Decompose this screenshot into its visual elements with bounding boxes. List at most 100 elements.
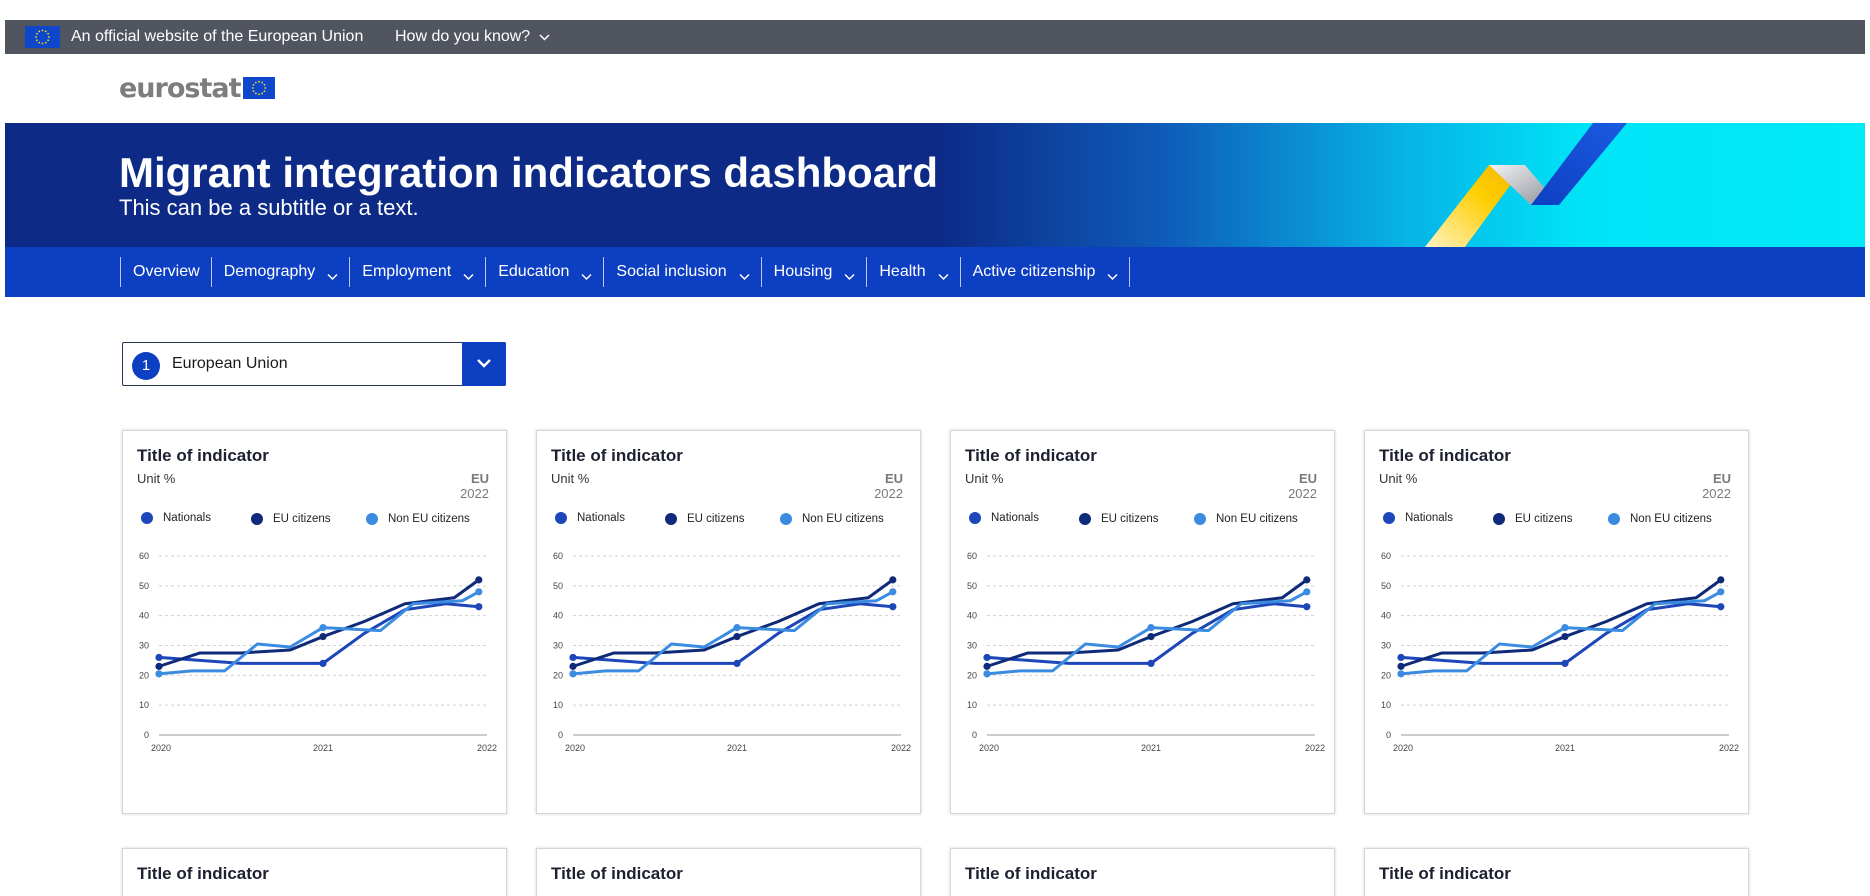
- legend-item-non-eu-citizens[interactable]: Non EU citizens: [366, 513, 470, 525]
- legend-item-nationals[interactable]: Nationals: [141, 512, 211, 524]
- indicator-card[interactable]: Title of indicator Unit % EU 2022 Nationals E…: [536, 430, 921, 814]
- card-year: 2022: [460, 486, 489, 501]
- card-unit: Unit %: [1379, 471, 1418, 486]
- legend-marker-icon: [1194, 513, 1206, 525]
- indicator-card[interactable]: Title of indicator Unit % EU 2022 Nationals E…: [950, 430, 1335, 814]
- data-point-non-eu-citizens: [1397, 670, 1405, 678]
- x-tick-label: 2022: [1719, 743, 1739, 753]
- legend-label: Nationals: [163, 512, 211, 524]
- card-title: Title of indicator: [551, 864, 683, 883]
- x-tick-label: 2021: [313, 743, 333, 753]
- legend-label: Nationals: [1405, 512, 1453, 524]
- menu-item-demography[interactable]: Demography: [210, 257, 350, 287]
- indicator-card[interactable]: Title of indicator: [1364, 848, 1749, 896]
- chevron-down-icon: [739, 268, 750, 281]
- legend-marker-icon: [1493, 513, 1505, 525]
- legend-marker-icon: [141, 512, 153, 524]
- legend-item-non-eu-citizens[interactable]: Non EU citizens: [780, 513, 884, 525]
- menu-item-housing[interactable]: Housing: [760, 257, 867, 287]
- country-select-value: European Union: [172, 355, 288, 372]
- data-point-nationals: [983, 653, 991, 662]
- series-line-eu-citizens: [986, 578, 1308, 668]
- chevron-down-icon: [463, 268, 474, 281]
- legend-label: Nationals: [991, 512, 1039, 524]
- series-line-eu-citizens: [158, 578, 480, 668]
- data-point-non-eu-citizens: [155, 670, 163, 678]
- y-tick-label: 10: [1381, 700, 1391, 710]
- menu-item-label: Employment: [362, 263, 452, 280]
- indicator-card[interactable]: Title of indicator Unit % EU 2022 Nationals E…: [122, 430, 507, 814]
- indicator-card[interactable]: Title of indicator: [122, 848, 507, 896]
- menu-item-overview[interactable]: Overview: [120, 257, 211, 287]
- legend-item-non-eu-citizens[interactable]: Non EU citizens: [1194, 513, 1298, 525]
- y-tick-label: 60: [1381, 551, 1391, 561]
- legend-marker-icon: [780, 513, 792, 525]
- y-tick-label: 10: [553, 700, 563, 710]
- data-point-non-eu-citizens: [889, 588, 897, 596]
- eurostat-logo[interactable]: eurostat: [119, 73, 275, 104]
- menu-item-health[interactable]: Health: [866, 257, 959, 287]
- legend-label: EU citizens: [273, 513, 331, 525]
- menu-item-active-citizenship[interactable]: Active citizenship: [959, 257, 1131, 287]
- legend-label: EU citizens: [687, 513, 745, 525]
- y-tick-label: 50: [1381, 581, 1391, 591]
- x-tick-label: 2022: [1305, 743, 1325, 753]
- x-tick-label: 2021: [1555, 743, 1575, 753]
- data-point-nationals: [1147, 659, 1155, 667]
- how-do-you-know-link[interactable]: How do you know?: [395, 28, 550, 46]
- card-year: 2022: [1288, 486, 1317, 501]
- menu-item-label: Social inclusion: [616, 263, 727, 280]
- legend-item-nationals[interactable]: Nationals: [555, 512, 625, 524]
- y-tick-label: 10: [139, 700, 149, 710]
- legend-item-nationals[interactable]: Nationals: [969, 512, 1039, 524]
- card-unit: Unit %: [137, 471, 176, 486]
- x-tick-label: 2022: [891, 743, 911, 753]
- legend-item-non-eu-citizens[interactable]: Non EU citizens: [1608, 513, 1712, 525]
- indicator-card[interactable]: Title of indicator Unit % EU 2022 Nationals E…: [1364, 430, 1749, 814]
- card-title: Title of indicator: [965, 864, 1097, 883]
- chevron-down-icon: [844, 268, 855, 281]
- legend-item-nationals[interactable]: Nationals: [1383, 512, 1453, 524]
- y-tick-label: 20: [1381, 670, 1391, 680]
- eu-flag-logo-icon: [242, 77, 275, 99]
- page-banner: Migrant integration indicators dashboard…: [5, 123, 1865, 247]
- legend-item-eu-citizens[interactable]: EU citizens: [1079, 513, 1159, 525]
- data-point-non-eu-citizens: [1717, 588, 1725, 596]
- x-tick-label: 2020: [979, 743, 999, 753]
- legend-label: Non EU citizens: [1216, 513, 1298, 525]
- indicator-card[interactable]: Title of indicator: [536, 848, 921, 896]
- legend-item-eu-citizens[interactable]: EU citizens: [665, 513, 745, 525]
- legend-label: EU citizens: [1101, 513, 1159, 525]
- card-unit: Unit %: [551, 471, 590, 486]
- legend-marker-icon: [1079, 513, 1091, 525]
- card-unit: Unit %: [965, 471, 1004, 486]
- card-geo: EU: [884, 471, 903, 486]
- chart-legend: Nationals EU citizens Non EU citizens: [555, 512, 915, 531]
- data-point-non-eu-citizens: [475, 588, 483, 596]
- card-title: Title of indicator: [137, 864, 269, 883]
- page-title: Migrant integration indicators dashboard: [119, 149, 939, 196]
- legend-item-eu-citizens[interactable]: EU citizens: [251, 513, 331, 525]
- chevron-down-icon: [938, 268, 949, 281]
- country-select[interactable]: 1 European Union: [122, 342, 506, 386]
- y-tick-label: 60: [967, 551, 977, 561]
- legend-label: EU citizens: [1515, 513, 1573, 525]
- menu-item-education[interactable]: Education: [485, 257, 603, 287]
- chevron-down-icon: [539, 28, 550, 46]
- y-tick-label: 40: [139, 611, 149, 621]
- chart-legend: Nationals EU citizens Non EU citizens: [969, 512, 1329, 531]
- chevron-down-icon: [477, 359, 491, 368]
- page-subtitle: This can be a subtitle or a text.: [119, 195, 419, 220]
- indicator-card[interactable]: Title of indicator: [950, 848, 1335, 896]
- y-tick-label: 40: [553, 611, 563, 621]
- menu-item-employment[interactable]: Employment: [349, 257, 485, 287]
- legend-marker-icon: [969, 512, 981, 524]
- menu-item-social-inclusion[interactable]: Social inclusion: [603, 257, 760, 287]
- y-tick-label: 50: [139, 581, 149, 591]
- data-point-eu-citizens: [983, 662, 991, 670]
- legend-item-eu-citizens[interactable]: EU citizens: [1493, 513, 1573, 525]
- dropdown-toggle-button[interactable]: [462, 342, 506, 386]
- data-point-eu-citizens: [1147, 632, 1155, 641]
- y-tick-label: 20: [967, 670, 977, 680]
- data-point-non-eu-citizens: [1303, 588, 1311, 596]
